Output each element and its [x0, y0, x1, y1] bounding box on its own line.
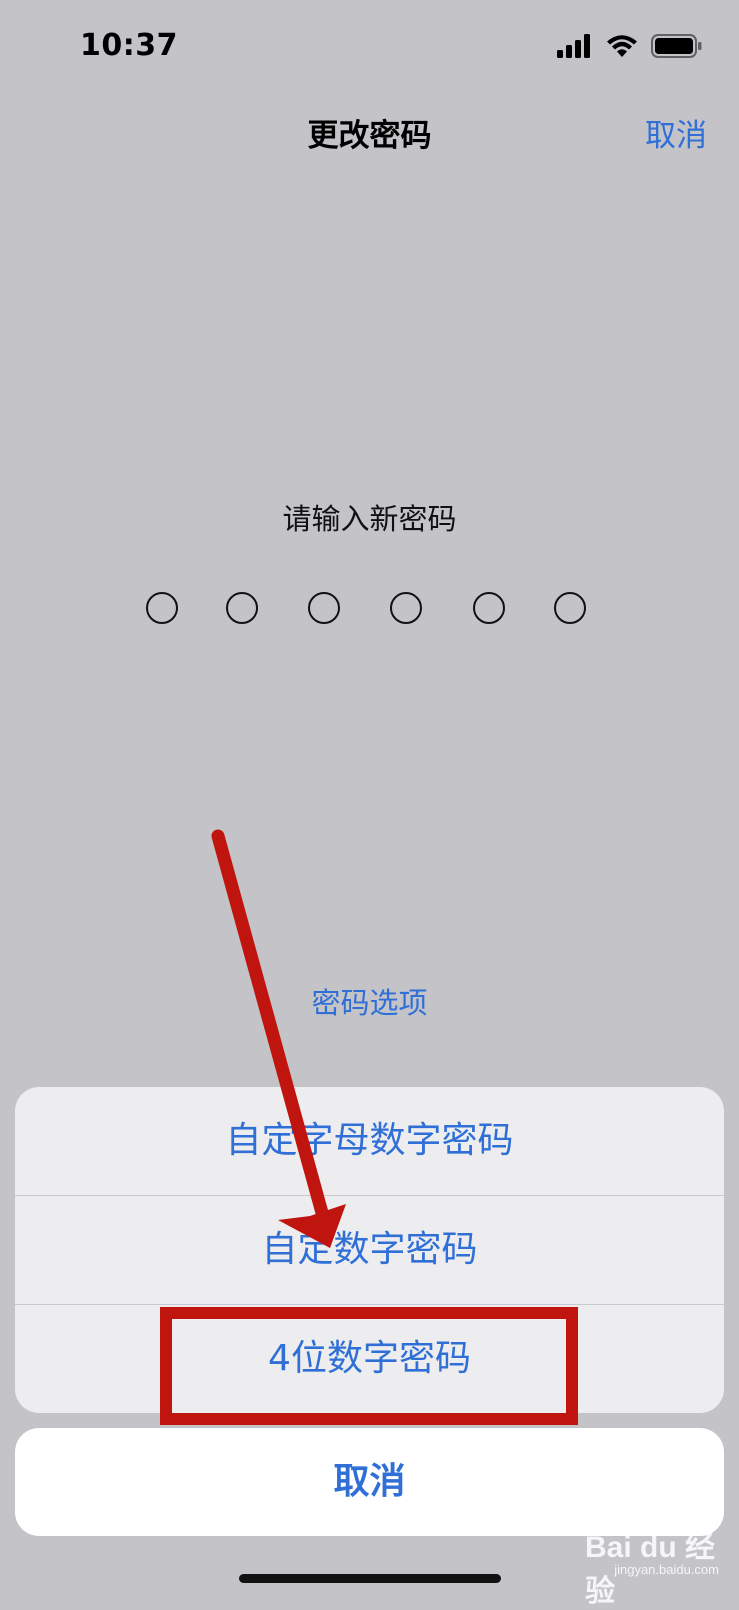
status-time: 10:37 [80, 28, 178, 63]
passcode-dot [226, 592, 258, 624]
passcode-prompt: 请输入新密码 [282, 502, 457, 536]
baidu-watermark-logo: Bai du 经验 jingyan.baidu.com [585, 1522, 725, 1608]
passcode-dot [146, 592, 178, 624]
annotation-highlight-box [160, 1307, 578, 1425]
option-custom-numeric[interactable]: 自定数字密码 [15, 1196, 724, 1304]
home-indicator[interactable] [239, 1574, 501, 1583]
watermark-sub-text: jingyan.baidu.com [614, 1562, 719, 1577]
option-custom-alphanumeric[interactable]: 自定字母数字密码 [15, 1087, 724, 1195]
battery-icon [651, 34, 702, 58]
passcode-dots[interactable] [146, 592, 596, 628]
passcode-dot [473, 592, 505, 624]
wifi-icon [607, 35, 637, 57]
passcode-dot [390, 592, 422, 624]
passcode-options-link[interactable]: 密码选项 [0, 980, 739, 1022]
status-bar: 10:37 [0, 0, 739, 100]
sheet-cancel-button[interactable]: 取消 [15, 1428, 724, 1536]
page-title: 更改密码 [307, 118, 432, 154]
passcode-dot [554, 592, 586, 624]
passcode-dot [308, 592, 340, 624]
nav-cancel-button[interactable]: 取消 [645, 110, 707, 155]
navigation-bar: 更改密码 取消 [0, 100, 739, 164]
cellular-signal-icon [557, 34, 590, 58]
status-icons [557, 34, 703, 58]
